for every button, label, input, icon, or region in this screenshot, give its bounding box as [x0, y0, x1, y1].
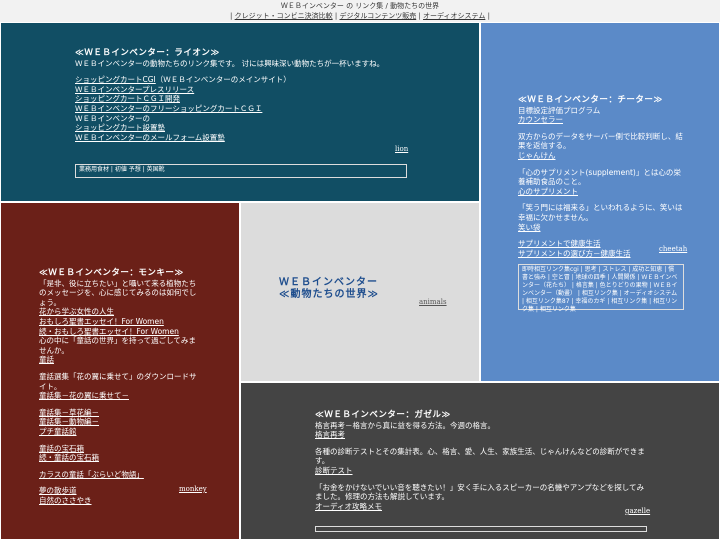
cheetah-link-supplement[interactable]: 心のサプリメント — [518, 187, 578, 196]
monkey-link-treasure-2[interactable]: 続・童話の宝石箱 — [39, 453, 99, 462]
gazelle-tag-box[interactable] — [315, 526, 647, 532]
monkey-sign-link[interactable]: monkey — [179, 485, 207, 493]
site-header: ＷＥＢインベンター の リンク集 / 動物たちの世界 | クレジット・コンビニ決… — [0, 0, 720, 22]
center-title: ＷＥＢインベンター ≪動物たちの世界≫ — [279, 277, 379, 301]
cheetah-sign-link[interactable]: cheetah — [659, 245, 687, 253]
lion-title: ≪ＷＥＢインベンター：ライオン≫ — [75, 48, 220, 58]
gazelle-title: ≪ＷＥＢインベンター：ガゼル≫ — [315, 410, 451, 420]
lion-panel: ≪ＷＥＢインベンター：ライオン≫ ＷＥＢインベンターの動物たちのリンク集です。 … — [0, 22, 480, 202]
cheetah-text-3: 「心のサプリメント(supplement)」とは心の栄養補助食品のこと。 — [518, 167, 681, 187]
monkey-signature: monkey — [179, 485, 207, 493]
cheetah-content: ≪ＷＥＢインベンター：チーター≫ 目標設定評価プログラム カウンセラー 双方から… — [518, 95, 684, 258]
cheetah-link-laugh[interactable]: 笑い袋 — [518, 223, 541, 232]
gazelle-signature: gazelle — [625, 507, 650, 515]
monkey-link-douwa[interactable]: 童話 — [39, 355, 54, 364]
cheetah-text-2: 双方からのデータをサーバー側で比較判断し、結果を返信する。 — [518, 131, 683, 151]
cheetah-link-janken[interactable]: じゃんけん — [518, 151, 556, 160]
monkey-text-1: 「是非、役に立ちたい」と囁いて来る植物たちのメッセージを、心に感じてみるのは如何… — [39, 278, 197, 307]
lion-link-cart-dev[interactable]: ショッピングカートＣＧＩ開発 — [75, 94, 180, 103]
gazelle-content: ≪ＷＥＢインベンター：ガゼル≫ 格言再考－格言から真に益を得る方法。今週の格言。… — [315, 410, 647, 511]
top-nav: | クレジット・コンビニ決済比較 | デジタルコンテンツ販売 | オーディオシス… — [230, 12, 490, 20]
monkey-link-treasure[interactable]: 童話の宝石箱 — [39, 444, 84, 453]
lion-sign-link[interactable]: lion — [395, 145, 408, 153]
cheetah-panel: ≪ＷＥＢインベンター：チーター≫ 目標設定評価プログラム カウンセラー 双方から… — [480, 22, 720, 382]
monkey-title: ≪ＷＥＢインベンター：モンキー≫ — [39, 268, 184, 278]
monkey-link-plants[interactable]: 童話集－草花編－ — [39, 408, 99, 417]
lion-text: ＷＥＢインベンターの — [75, 113, 150, 123]
cheetah-title: ≪ＷＥＢインベンター：チーター≫ — [518, 95, 663, 105]
center-sign-link[interactable]: animals — [419, 298, 447, 306]
lion-content: ≪ＷＥＢインベンター：ライオン≫ ＷＥＢインベンターの動物たちのリンク集です。 … — [75, 48, 415, 142]
nav-link-audio[interactable]: オーディオシステム — [423, 12, 485, 20]
center-signature: animals — [419, 298, 447, 306]
nav-link-digital[interactable]: デジタルコンテンツ販売 — [339, 12, 416, 20]
center-panel: ＷＥＢインベンター ≪動物たちの世界≫ animals — [240, 202, 480, 382]
gazelle-text-2: 各種の診断テストとその集計表。心、格言、愛、人生、家族生活、じゃんけんなどの診断… — [315, 446, 645, 466]
gazelle-sign-link[interactable]: gazelle — [625, 507, 650, 515]
monkey-link-animals[interactable]: 童話集－動物編－ — [39, 417, 99, 426]
cheetah-link-health[interactable]: サプリメントで健康生活 — [518, 239, 601, 248]
monkey-text-3: 童話選集「花の翼に乗せて」のダウンロードサイト。 — [39, 371, 197, 391]
monkey-link-petit[interactable]: プチ童話館 — [39, 427, 77, 436]
lion-link-cart-cgi[interactable]: ショッピングカートCGI — [75, 75, 156, 84]
cheetah-link-choose[interactable]: サプリメントの選び方－健康生活 — [518, 249, 631, 258]
lion-tag-box[interactable]: 業務用食材 | 初値 予想 | 英国靴 — [75, 164, 407, 178]
monkey-link-crow[interactable]: カラスの童話「ぶらいど物語」 — [39, 470, 144, 479]
monkey-panel: ≪ＷＥＢインベンター：モンキー≫ 「是非、役に立ちたい」と囁いて来る植物たちのメ… — [0, 202, 240, 540]
cheetah-tag-box[interactable]: 即時相互リンク集cgi | 思考 | ストレス | 成功と知恵 | 慣書と強み … — [518, 264, 684, 313]
center-title-line-2: ≪動物たちの世界≫ — [279, 289, 379, 300]
cheetah-signature: cheetah — [659, 245, 687, 253]
cheetah-link-counselor[interactable]: カウンセラー — [518, 115, 563, 124]
site-title: ＷＥＢインベンター の リンク集 / 動物たちの世界 — [280, 2, 440, 10]
gazelle-text-1: 格言再考－格言から真に益を得る方法。今週の格言。 — [315, 420, 495, 430]
monkey-link-bible-essay[interactable]: おもしろ聖書エッセイ！For Women — [39, 317, 164, 326]
monkey-link-flower-life[interactable]: 花から学ぶ女性の人生 — [39, 307, 114, 316]
lion-intro: ＷＥＢインベンターの動物たちのリンク集です。 讨には興味深い動物たちが一杯います… — [75, 58, 385, 68]
gazelle-link-diagnosis[interactable]: 診断テスト — [315, 466, 353, 475]
lion-signature: lion — [395, 145, 408, 153]
lion-link-free-cart[interactable]: ＷＥＢインベンターのフリーショッピングカートＣＧＩ — [75, 104, 262, 113]
cheetah-text-4: 「笑う門には福来る」といわれるように、笑いは幸福に欠かせません。 — [518, 203, 683, 222]
lion-link-cart-school[interactable]: ショッピングカート設置塾 — [75, 123, 165, 132]
monkey-link-flower-wings[interactable]: 童話集－花の翼に乗せて－ — [39, 391, 129, 400]
gazelle-text-3: 「お金をかけないでいい音を聴きたい！」安く手に入るスピーカーの名機やアンプなどを… — [315, 482, 645, 502]
monkey-link-bible-essay-2[interactable]: 続・おもしろ聖書エッセイ！For Women — [39, 327, 179, 336]
gazelle-panel: ≪ＷＥＢインベンター：ガゼル≫ 格言再考－格言から真に益を得る方法。今週の格言。… — [240, 382, 720, 540]
lion-link-press[interactable]: ＷＥＢインベンタープレスリリース — [75, 85, 194, 94]
lion-link-mailform[interactable]: ＷＥＢインベンターのメールフォーム設置塾 — [75, 133, 225, 142]
monkey-text-2: 心の中に「童話の世界」を持って過ごしてみませんか。 — [39, 336, 196, 355]
monkey-content: ≪ＷＥＢインベンター：モンキー≫ 「是非、役に立ちたい」と囁いて来る植物たちのメ… — [39, 268, 199, 505]
gazelle-link-kakugen[interactable]: 格言再考 — [315, 430, 345, 439]
monkey-link-dream[interactable]: 夢の散歩道 — [39, 486, 77, 495]
monkey-link-nature[interactable]: 自然のささやき — [39, 496, 92, 505]
gazelle-link-audio[interactable]: オーディオ攻略メモ — [315, 502, 382, 511]
center-title-line-1: ＷＥＢインベンター — [279, 277, 378, 288]
cheetah-text-1: 目標設定評価プログラム — [518, 105, 601, 115]
nav-link-credit[interactable]: クレジット・コンビニ決済比較 — [235, 12, 333, 20]
